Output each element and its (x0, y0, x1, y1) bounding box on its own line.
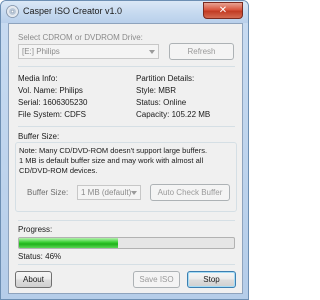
capacity-value: Capacity: 105.22 MB (136, 110, 211, 119)
save-iso-button-label: Save ISO (139, 275, 174, 284)
buffer-note-line1: Note: Many CD/DVD-ROM doesn't support la… (19, 146, 208, 155)
drive-select[interactable]: [E:] Philips (18, 44, 159, 59)
partition-heading: Partition Details: (136, 74, 195, 83)
auto-check-buffer-label: Auto Check Buffer (157, 188, 223, 197)
progress-heading: Progress: (18, 225, 53, 234)
save-iso-button[interactable]: Save ISO (133, 271, 180, 288)
client-area: Select CDROM or DVDROM Drive: [E:] Phili… (8, 23, 243, 294)
window-title: Casper ISO Creator v1.0 (23, 6, 123, 16)
buffer-size-value: 1 MB (default) (81, 188, 132, 197)
buffer-group: Note: Many CD/DVD-ROM doesn't support la… (15, 142, 237, 212)
stop-button[interactable]: Stop (187, 271, 236, 288)
divider (18, 66, 235, 67)
media-info-heading: Media Info: (18, 74, 58, 83)
stop-button-label: Stop (203, 275, 220, 284)
chevron-down-icon (149, 50, 155, 54)
title-bar[interactable]: Casper ISO Creator v1.0 ✕ (1, 1, 248, 23)
status-value: Status: Online (136, 98, 187, 107)
progress-bar (18, 237, 235, 249)
divider (18, 264, 235, 265)
progress-status: Status: 46% (18, 252, 62, 261)
file-system-value: File System: CDFS (18, 110, 87, 119)
refresh-button-label: Refresh (187, 47, 216, 56)
divider (18, 220, 235, 221)
auto-check-buffer-button[interactable]: Auto Check Buffer (150, 184, 230, 201)
buffer-size-select[interactable]: 1 MB (default) (77, 185, 141, 200)
close-icon: ✕ (218, 5, 228, 16)
about-button[interactable]: About (15, 271, 52, 288)
buffer-note-line2: 1 MB is default buffer size and may work… (19, 156, 204, 165)
close-button[interactable]: ✕ (203, 2, 243, 19)
style-value: Style: MBR (136, 86, 177, 95)
disc-app-icon (6, 5, 19, 18)
drive-label: Select CDROM or DVDROM Drive: (18, 33, 143, 42)
vol-name-value: Vol. Name: Philips (18, 86, 83, 95)
app-window: Casper ISO Creator v1.0 ✕ Select CDROM o… (0, 0, 249, 300)
progress-fill (19, 238, 118, 248)
buffer-size-label: Buffer Size: (27, 188, 69, 197)
drive-select-value: [E:] Philips (22, 47, 60, 56)
buffer-heading: Buffer Size: (18, 132, 60, 141)
serial-value: Serial: 1606305230 (18, 98, 88, 107)
about-button-label: About (23, 275, 44, 284)
chevron-down-icon (131, 191, 137, 195)
divider (18, 126, 235, 127)
refresh-button[interactable]: Refresh (169, 43, 234, 60)
buffer-note-line3: CD/DVD-ROM devices. (19, 166, 98, 175)
